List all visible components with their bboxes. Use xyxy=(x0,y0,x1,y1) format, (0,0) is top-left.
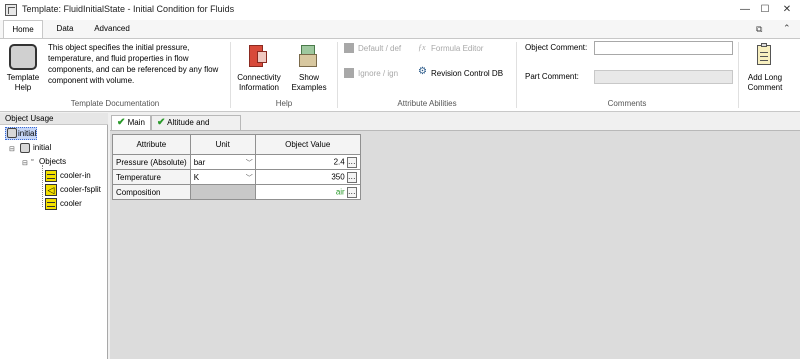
examples-label-2: Examples xyxy=(291,83,327,92)
objects-folder-icon: ▫ xyxy=(31,157,34,164)
value-cell[interactable]: air… xyxy=(254,184,361,200)
template-help-button[interactable]: Template Help xyxy=(3,73,43,93)
object-icon xyxy=(7,128,17,138)
unit-cell-disabled xyxy=(189,184,256,200)
attribute-name: Composition xyxy=(112,184,191,200)
ignore-ign-icon xyxy=(344,68,354,78)
default-def-icon xyxy=(344,43,354,53)
group-label-attribute-abilities: Attribute Abilities xyxy=(397,99,457,108)
formula-icon: ƒx xyxy=(418,43,426,52)
tree-item-cooler[interactable]: cooler xyxy=(60,198,82,210)
add-long-label-1: Add Long xyxy=(747,73,783,82)
attribute-table: Attribute Unit Object Value Pressure (Ab… xyxy=(112,134,361,200)
formula-editor-button[interactable]: Formula Editor xyxy=(431,44,483,53)
table-row: Pressure (Absolute) bar ﹀ 2.4… xyxy=(112,154,361,170)
ribbon-tab-advanced[interactable]: Advanced xyxy=(88,20,136,38)
value-text: 350 xyxy=(331,172,345,182)
group-label-comments: Comments xyxy=(607,99,647,108)
chevron-down-icon[interactable]: ﹀ xyxy=(246,158,253,168)
tree-root-initial[interactable]: initial xyxy=(18,128,36,140)
ribbon-restore-icon[interactable]: ⧉ xyxy=(756,24,762,35)
check-icon: ✔ xyxy=(157,117,166,128)
value-text: air xyxy=(335,187,345,197)
table-row: Temperature K ﹀ 350… xyxy=(112,169,361,185)
table-row: Composition air… xyxy=(112,184,361,200)
unit-select[interactable]: K ﹀ xyxy=(189,169,256,185)
group-label-help: Help xyxy=(275,99,293,108)
ribbon-tab-home[interactable]: Home xyxy=(3,20,43,39)
show-examples-button[interactable]: Show Examples xyxy=(288,73,330,93)
examples-label-1: Show xyxy=(298,73,319,82)
tree-guide-line xyxy=(42,165,43,207)
pipe-icon xyxy=(45,170,57,182)
add-long-comment-button[interactable]: Add Long Comment xyxy=(742,73,788,93)
part-comment-input[interactable] xyxy=(594,70,733,84)
tab-main-label: Main xyxy=(127,118,145,127)
default-def-button[interactable]: Default / def xyxy=(358,44,401,53)
column-header-value: Object Value xyxy=(254,134,361,155)
object-comment-input[interactable] xyxy=(594,41,733,55)
minimize-button[interactable]: — xyxy=(735,2,755,18)
value-cell[interactable]: 350… xyxy=(254,169,361,185)
tree-item-cooler-fsplit[interactable]: cooler-fsplit xyxy=(60,184,101,196)
tree-item-cooler-in[interactable]: cooler-in xyxy=(60,170,91,182)
tab-main[interactable]: ✔ Main xyxy=(111,115,151,130)
app-icon xyxy=(5,4,17,16)
template-help-icon[interactable] xyxy=(9,44,37,70)
object-usage-header: Object Usage xyxy=(0,113,108,125)
ribbon-collapse-icon[interactable]: ⌃ xyxy=(783,23,791,34)
template-help-label-2: Help xyxy=(14,83,32,92)
window-title: Template: FluidInitialState - Initial Co… xyxy=(22,4,235,14)
attribute-name: Temperature xyxy=(112,169,191,185)
tree-node-objects[interactable]: Objects xyxy=(39,156,66,168)
attribute-name: Pressure (Absolute) xyxy=(112,154,191,170)
ellipsis-button[interactable]: … xyxy=(346,156,357,168)
flowsplit-icon: ◁ xyxy=(45,184,57,196)
add-long-label-2: Comment xyxy=(747,83,783,92)
connectivity-label-2: Information xyxy=(238,83,280,92)
value-text: 2.4 xyxy=(333,157,345,167)
column-header-unit: Unit xyxy=(189,134,256,155)
check-icon: ✔ xyxy=(117,117,126,128)
connectivity-icon[interactable] xyxy=(247,45,269,69)
value-cell[interactable]: 2.4… xyxy=(254,154,361,170)
unit-select[interactable]: bar ﹀ xyxy=(189,154,256,170)
ignore-ign-button[interactable]: Ignore / ign xyxy=(358,69,398,78)
column-header-attribute: Attribute xyxy=(112,134,191,155)
collapse-icon[interactable]: ⊟ xyxy=(9,145,15,153)
tab-altitude-humidity[interactable]: ✔ Altitude and Humidity xyxy=(151,115,241,141)
pipe-icon xyxy=(45,198,57,210)
collapse-icon[interactable]: ⊟ xyxy=(22,159,28,167)
unit-value: bar xyxy=(193,157,206,167)
revision-control-button[interactable]: Revision Control DB xyxy=(431,69,503,78)
ribbon-tab-data[interactable]: Data xyxy=(50,20,80,38)
ellipsis-button[interactable]: … xyxy=(346,186,357,198)
connectivity-information-button[interactable]: Connectivity Information xyxy=(234,73,284,93)
chevron-down-icon[interactable]: ﹀ xyxy=(246,173,253,183)
maximize-button[interactable]: ☐ xyxy=(755,2,775,18)
ribbon-separator xyxy=(738,42,739,108)
object-comment-label: Object Comment: xyxy=(525,43,588,52)
connectivity-label-1: Connectivity xyxy=(237,73,281,82)
show-examples-icon[interactable] xyxy=(298,45,320,69)
add-long-comment-icon[interactable] xyxy=(757,43,771,65)
revision-gear-icon: ⚙ xyxy=(418,66,427,77)
part-comment-label: Part Comment: xyxy=(525,72,579,81)
group-label-template-documentation: Template Documentation xyxy=(70,99,160,108)
object-usage-panel xyxy=(0,113,108,359)
unit-value: K xyxy=(193,172,200,182)
template-description: This object specifies the initial pressu… xyxy=(48,43,219,85)
tree-node-initial[interactable]: initial xyxy=(33,142,51,154)
object-icon xyxy=(20,143,30,153)
close-button[interactable]: ✕ xyxy=(777,2,797,18)
template-help-label-1: Template xyxy=(6,73,40,82)
ellipsis-button[interactable]: … xyxy=(346,171,357,183)
